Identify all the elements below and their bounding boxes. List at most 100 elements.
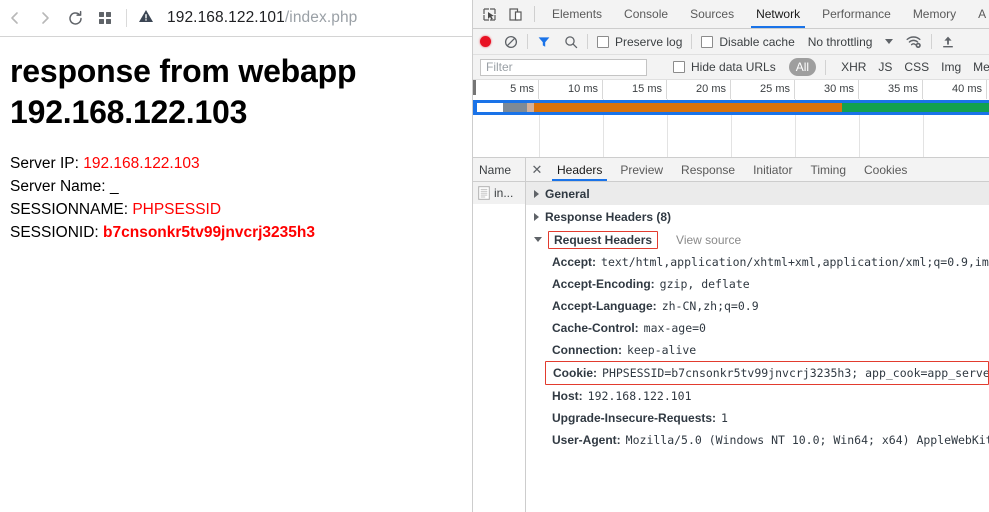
detail-tab-cookies[interactable]: Cookies [855, 158, 916, 181]
toolbar-divider [126, 9, 127, 27]
detail-tab-headers[interactable]: Headers [548, 158, 611, 181]
waterfall-segment-waiting [533, 103, 842, 112]
back-button[interactable] [0, 3, 30, 33]
detail-tab-response[interactable]: Response [672, 158, 744, 181]
tab-console[interactable]: Console [613, 0, 679, 28]
header-row-cookie: Cookie: PHPSESSID=b7cnsonkr5tv99jnvcrj32… [545, 361, 989, 385]
wifi-settings-icon [906, 35, 922, 48]
header-row-user-agent: User-Agent: Mozilla/5.0 (Windows NT 10.0… [526, 429, 989, 451]
hide-data-urls-checkbox[interactable]: Hide data URLs [673, 60, 776, 74]
tab-memory[interactable]: Memory [902, 0, 967, 28]
filter-type-media[interactable]: Media [967, 59, 989, 75]
filter-funnel-icon [538, 36, 550, 47]
chevron-right-icon [534, 189, 539, 198]
clear-icon [504, 35, 518, 48]
section-request-headers[interactable]: Request Headers View source [526, 228, 989, 251]
server-name-value: _ [109, 178, 119, 196]
view-source-link[interactable]: View source [676, 233, 741, 247]
filter-type-js[interactable]: JS [872, 59, 898, 75]
tab-network[interactable]: Network [745, 0, 811, 28]
site-security-button[interactable] [136, 6, 156, 31]
timeline-tick-5: 25 ms [731, 80, 795, 99]
detail-tab-initiator[interactable]: Initiator [744, 158, 801, 181]
tab-elements[interactable]: Elements [541, 0, 613, 28]
section-general[interactable]: General [526, 182, 989, 205]
close-detail-button[interactable]: ✕ [526, 158, 548, 181]
inspect-element-button[interactable] [476, 0, 502, 28]
filter-input[interactable] [480, 58, 647, 76]
tab-performance[interactable]: Performance [811, 0, 902, 28]
browser-window: 192.168.122.101/index.php response from … [0, 0, 989, 512]
header-value: 192.168.122.101 [587, 389, 692, 403]
clear-button[interactable] [504, 35, 518, 49]
header-name: Accept-Language: [552, 299, 657, 313]
header-value: gzip, deflate [659, 277, 750, 291]
page-title-line1: response from webapp [10, 53, 357, 89]
header-row-accept: Accept: text/html,application/xhtml+xml,… [526, 251, 989, 273]
filter-type-all[interactable]: All [788, 58, 817, 76]
header-value: zh-CN,zh;q=0.9 [661, 299, 759, 313]
filter-type-css[interactable]: CSS [898, 59, 935, 75]
throttling-value: No throttling [807, 34, 873, 49]
chevron-left-icon [11, 12, 18, 24]
hide-data-urls-label: Hide data URLs [691, 60, 776, 74]
network-conditions-button[interactable] [906, 35, 922, 49]
header-row-connection: Connection: keep-alive [526, 339, 989, 361]
search-button[interactable] [564, 35, 578, 49]
waterfall-segment-request-sent [526, 103, 534, 112]
filter-type-xhr[interactable]: XHR [835, 59, 872, 75]
record-button[interactable] [480, 36, 491, 47]
header-name: Connection: [552, 343, 622, 357]
header-value: max-age=0 [643, 321, 706, 335]
header-value: keep-alive [627, 343, 697, 357]
session-name-label: SESSIONNAME: [10, 201, 128, 219]
header-value: 1 [721, 411, 728, 425]
preserve-log-checkbox[interactable]: Preserve log [597, 35, 682, 49]
section-response-headers[interactable]: Response Headers (8) [526, 205, 989, 228]
timeline-tick-4: 20 ms [667, 80, 731, 99]
header-value: text/html,application/xhtml+xml,applicat… [601, 255, 989, 269]
throttling-select[interactable]: No throttling [808, 35, 873, 49]
header-row-accept-language: Accept-Language: zh-CN,zh;q=0.9 [526, 295, 989, 317]
page-title: response from webapp 192.168.122.103 [10, 51, 410, 132]
server-ip-label: Server IP: [10, 155, 79, 173]
header-name: Accept: [552, 255, 597, 269]
search-icon [565, 35, 578, 48]
network-body: Name in... ✕ Headers Preview Response In… [473, 158, 989, 512]
address-bar[interactable]: 192.168.122.101/index.php [167, 9, 357, 27]
disable-cache-checkbox[interactable]: Disable cache [701, 34, 795, 49]
server-name-label: Server Name: [10, 178, 106, 196]
filter-type-img[interactable]: Img [935, 59, 967, 75]
detail-tab-preview[interactable]: Preview [611, 158, 672, 181]
header-name: User-Agent: [552, 433, 621, 447]
filter-toggle-button[interactable] [537, 35, 551, 49]
waterfall-segment-stalled [502, 103, 527, 112]
page-info-block: Server IP: 192.168.122.103 Server Name: … [10, 153, 472, 245]
throttling-caret-button[interactable] [885, 39, 894, 44]
network-timeline-overview[interactable]: 5 ms 10 ms 15 ms 20 ms 25 ms 30 ms 35 ms… [473, 80, 989, 158]
preserve-log-label: Preserve log [615, 34, 683, 49]
apps-button[interactable] [90, 3, 120, 33]
not-secure-warning-icon [139, 9, 153, 22]
device-toolbar-button[interactable] [502, 0, 528, 28]
timeline-ruler: 5 ms 10 ms 15 ms 20 ms 25 ms 30 ms 35 ms… [473, 80, 989, 99]
section-response-headers-label: Response Headers (8) [545, 209, 672, 224]
browser-toolbar: 192.168.122.101/index.php [0, 0, 472, 37]
request-list-column-header[interactable]: Name [473, 158, 525, 182]
url-host: 192.168.122.101 [167, 9, 285, 26]
headers-content: General Response Headers (8) Request Hea… [526, 182, 989, 512]
request-list-row[interactable]: in... [473, 182, 525, 204]
inspect-element-icon [482, 7, 496, 21]
section-request-headers-label: Request Headers [548, 230, 659, 249]
tab-application[interactable]: A [967, 0, 989, 28]
session-id-line: SESSIONID: b7cnsonkr5tv99jnvcrj3235h3 [10, 222, 472, 245]
page-title-line2: 192.168.122.103 [10, 93, 248, 130]
detail-tab-bar: ✕ Headers Preview Response Initiator Tim… [526, 158, 989, 182]
forward-button[interactable] [30, 3, 60, 33]
disable-cache-label: Disable cache [719, 34, 795, 49]
detail-tab-timing[interactable]: Timing [801, 158, 855, 181]
header-value: PHPSESSID=b7cnsonkr5tv99jnvcrj3235h3; ap… [602, 366, 989, 380]
tab-sources[interactable]: Sources [679, 0, 745, 28]
reload-button[interactable] [60, 3, 90, 33]
import-har-button[interactable] [941, 35, 955, 49]
